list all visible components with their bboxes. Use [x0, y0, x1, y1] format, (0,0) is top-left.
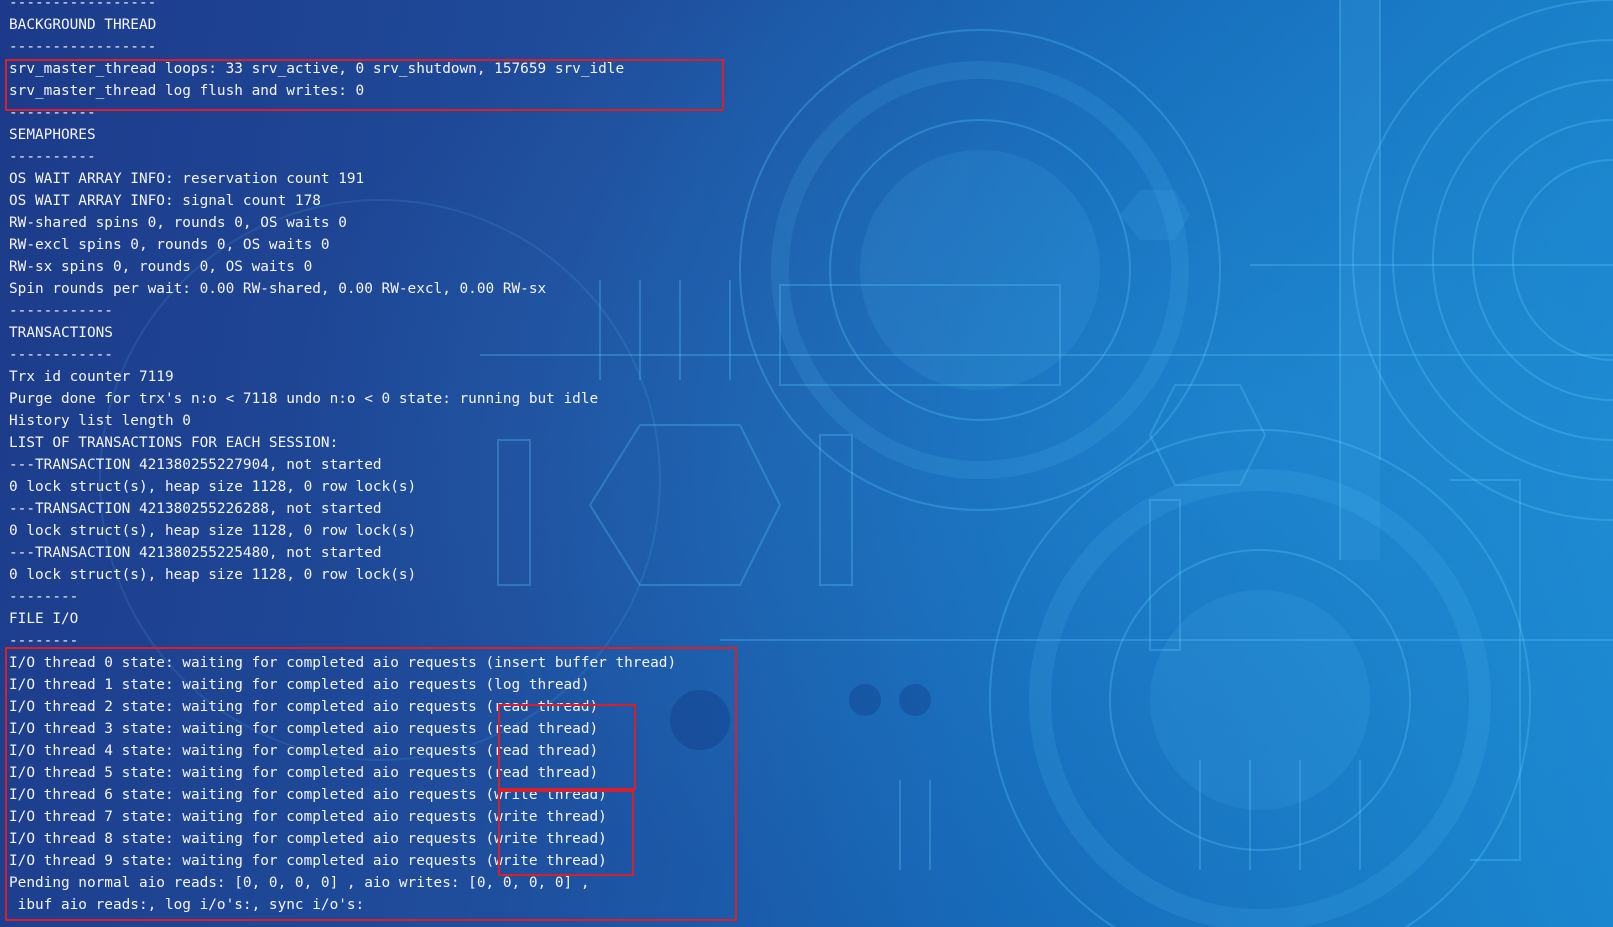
terminal-line: OS WAIT ARRAY INFO: reservation count 19…	[9, 171, 365, 187]
terminal-line: 0 lock struct(s), heap size 1128, 0 row …	[9, 479, 417, 495]
terminal-line: I/O thread 6 state: waiting for complete…	[9, 787, 607, 803]
terminal-line: I/O thread 1 state: waiting for complete…	[9, 677, 590, 693]
terminal-line: ----------	[9, 105, 96, 121]
terminal-line: I/O thread 9 state: waiting for complete…	[9, 853, 607, 869]
terminal-line: RW-excl spins 0, rounds 0, OS waits 0	[9, 237, 330, 253]
terminal-line: ---TRANSACTION 421380255226288, not star…	[9, 501, 382, 517]
terminal-line: FILE I/O	[9, 611, 79, 627]
terminal-line: I/O thread 5 state: waiting for complete…	[9, 765, 599, 781]
terminal-line: History list length 0	[9, 413, 191, 429]
terminal-line: ------------	[9, 347, 113, 363]
terminal-line: Spin rounds per wait: 0.00 RW-shared, 0.…	[9, 281, 547, 297]
terminal-line: SEMAPHORES	[9, 127, 96, 143]
terminal-line: RW-shared spins 0, rounds 0, OS waits 0	[9, 215, 347, 231]
terminal-line: -----------------	[9, 39, 157, 55]
terminal-line: Purge done for trx's n:o < 7118 undo n:o…	[9, 391, 599, 407]
terminal-line: I/O thread 3 state: waiting for complete…	[9, 721, 599, 737]
terminal-line: ---TRANSACTION 421380255225480, not star…	[9, 545, 382, 561]
terminal-line: I/O thread 0 state: waiting for complete…	[9, 655, 677, 671]
innodb-status-output: ----------------- BACKGROUND THREAD ------…	[9, 0, 676, 916]
terminal-line: I/O thread 2 state: waiting for complete…	[9, 699, 599, 715]
terminal-line: 0 lock struct(s), heap size 1128, 0 row …	[9, 567, 417, 583]
terminal-line: srv_master_thread log flush and writes: …	[9, 83, 365, 99]
terminal-line: RW-sx spins 0, rounds 0, OS waits 0	[9, 259, 313, 275]
terminal-line: srv_master_thread loops: 33 srv_active, …	[9, 61, 625, 77]
terminal-line: ibuf aio reads:, log i/o's:, sync i/o's:	[9, 897, 365, 913]
terminal-line: LIST OF TRANSACTIONS FOR EACH SESSION:	[9, 435, 339, 451]
terminal-line: -----------------	[9, 0, 157, 11]
terminal-line: BACKGROUND THREAD	[9, 17, 157, 33]
terminal-line: Trx id counter 7119	[9, 369, 174, 385]
terminal-line: I/O thread 4 state: waiting for complete…	[9, 743, 599, 759]
terminal-line: ---TRANSACTION 421380255227904, not star…	[9, 457, 382, 473]
terminal-line: Pending normal aio reads: [0, 0, 0, 0] ,…	[9, 875, 590, 891]
terminal-line: ----------	[9, 149, 96, 165]
terminal-line: 0 lock struct(s), heap size 1128, 0 row …	[9, 523, 417, 539]
terminal-line: --------	[9, 633, 79, 649]
terminal-line: I/O thread 8 state: waiting for complete…	[9, 831, 607, 847]
terminal-line: OS WAIT ARRAY INFO: signal count 178	[9, 193, 321, 209]
terminal-line: ------------	[9, 303, 113, 319]
terminal-line: I/O thread 7 state: waiting for complete…	[9, 809, 607, 825]
terminal-line: --------	[9, 589, 79, 605]
terminal-line: TRANSACTIONS	[9, 325, 113, 341]
